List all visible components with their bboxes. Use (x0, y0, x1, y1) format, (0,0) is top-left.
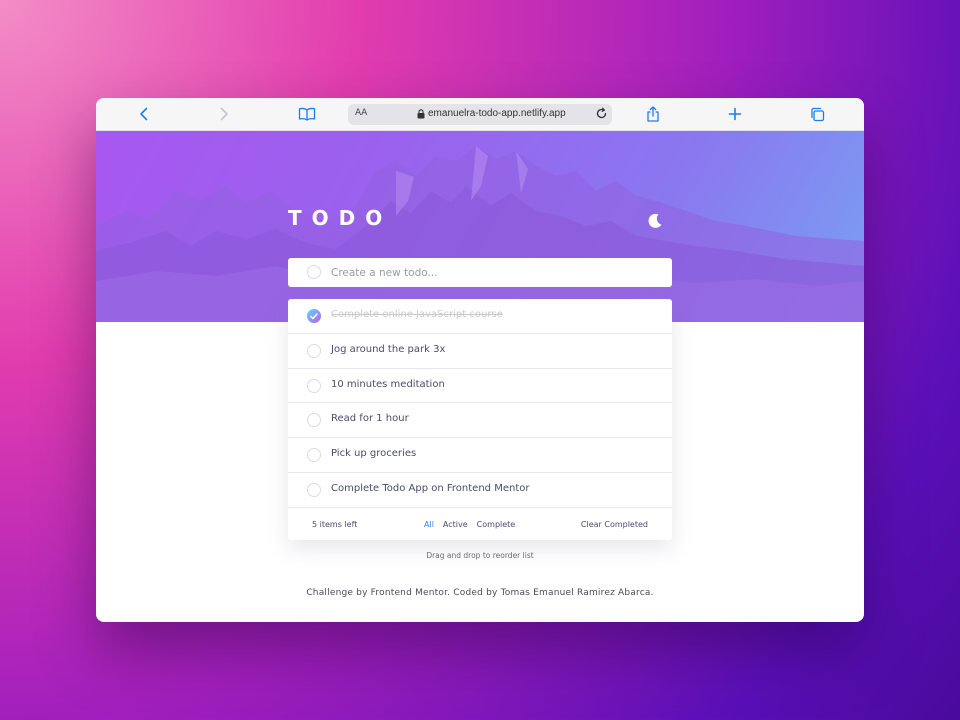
todo-item[interactable]: 10 minutes meditation (288, 369, 672, 404)
mountains-image (96, 146, 864, 322)
todo-text: Read for 1 hour (331, 413, 409, 425)
todo-checkbox[interactable] (307, 448, 321, 463)
app-title: TODO (288, 206, 393, 230)
todo-item[interactable]: Jog around the park 3x (288, 334, 672, 369)
todo-text: Complete Todo App on Frontend Mentor (331, 482, 530, 494)
todo-checkbox[interactable] (307, 413, 321, 428)
todo-item[interactable]: Complete online JavaScript course (288, 299, 672, 334)
items-left-count: 5 items left (312, 519, 358, 529)
browser-toolbar: AA emanuelra-todo-app.netlify.app (96, 98, 864, 131)
todo-checkbox-checked[interactable] (307, 309, 321, 323)
url-text: emanuelra-todo-app.netlify.app (428, 108, 566, 119)
attribution: Challenge by Frontend Mentor. Coded by T… (306, 588, 654, 598)
list-footer: 5 items left All Active Complete Clear C… (288, 508, 672, 540)
todo-item[interactable]: Read for 1 hour (288, 403, 672, 439)
todo-text: Jog around the park 3x (331, 343, 446, 355)
todo-item[interactable]: Pick up groceries (288, 438, 672, 473)
new-todo-input[interactable] (331, 264, 651, 281)
todo-text: Pick up groceries (331, 448, 417, 460)
back-icon[interactable] (133, 104, 155, 124)
browser-window: AA emanuelra-todo-app.netlify.app TODO C… (96, 98, 864, 622)
new-todo-field (288, 258, 672, 287)
book-icon[interactable] (296, 104, 318, 124)
filter-complete-button[interactable]: Complete (477, 520, 516, 529)
forward-icon[interactable] (213, 104, 235, 124)
address-bar[interactable]: AA emanuelra-todo-app.netlify.app (348, 104, 612, 125)
todo-text: Complete online JavaScript course (331, 309, 503, 320)
todo-checkbox[interactable] (307, 343, 321, 358)
clear-completed-button[interactable]: Clear Completed (581, 520, 648, 529)
todo-checkbox[interactable] (307, 482, 321, 497)
reload-icon[interactable] (595, 107, 608, 123)
plus-icon[interactable] (724, 104, 746, 124)
check-icon (310, 313, 318, 320)
new-todo-checkbox[interactable] (307, 265, 321, 279)
text-size-button[interactable]: AA (355, 108, 367, 118)
filter-active-button[interactable]: Active (443, 520, 468, 529)
lock-icon (417, 109, 425, 122)
todo-list: Complete online JavaScript course Jog ar… (288, 299, 672, 540)
filter-all-button[interactable]: All (424, 520, 434, 529)
filter-group: All Active Complete (424, 520, 515, 529)
todo-checkbox[interactable] (307, 378, 321, 393)
reorder-hint: Drag and drop to reorder list (426, 551, 534, 560)
todo-item[interactable]: Complete Todo App on Frontend Mentor (288, 473, 672, 508)
tabs-icon[interactable] (806, 104, 828, 124)
todo-text: 10 minutes meditation (331, 378, 445, 390)
moon-icon[interactable] (646, 212, 664, 230)
hero-background (96, 131, 864, 322)
share-icon[interactable] (642, 104, 664, 124)
